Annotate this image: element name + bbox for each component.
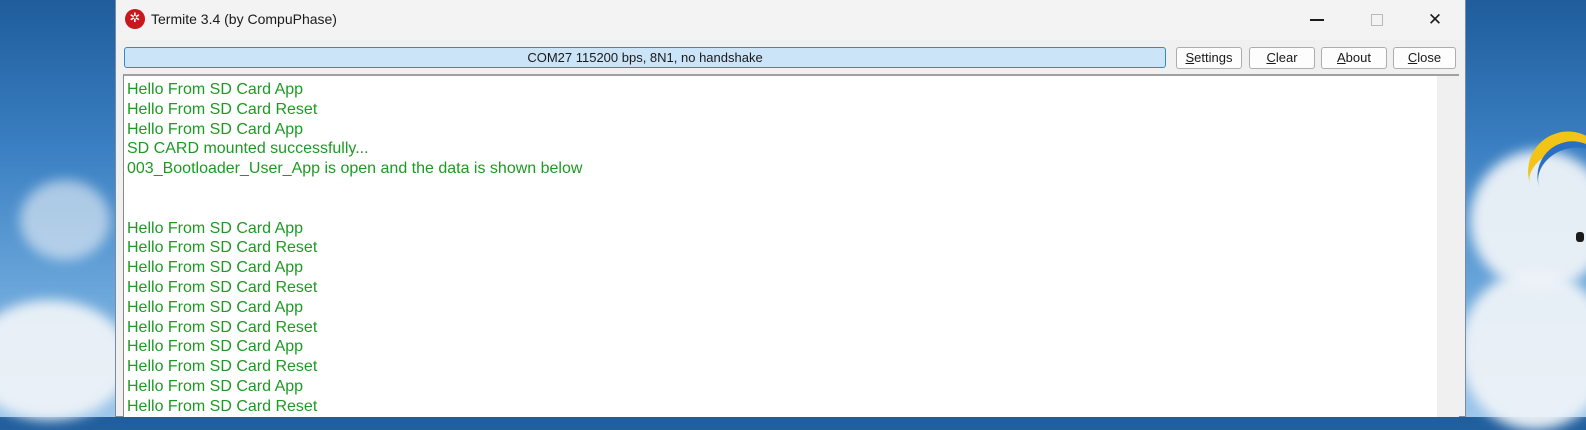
clear-button-label: lear	[1275, 50, 1298, 65]
window-title: Termite 3.4 (by CompuPhase)	[151, 11, 337, 27]
terminal-line: Hello From SD Card Reset	[127, 318, 318, 336]
clear-button-accel: C	[1266, 50, 1276, 65]
terminal-line: Hello From SD Card App	[127, 338, 304, 356]
terminal-line: Hello From SD Card Reset	[127, 278, 318, 296]
vertical-scrollbar[interactable]	[1437, 76, 1459, 417]
terminal-output[interactable]: Hello From SD Card App Hello From SD Card…	[123, 74, 1459, 417]
close-window-button[interactable]: ✕	[1406, 0, 1464, 40]
about-button-label: bout	[1345, 50, 1371, 65]
settings-button-accel: S	[1185, 50, 1195, 65]
port-status-field[interactable]: COM27 115200 bps, 8N1, no handshake	[124, 47, 1166, 68]
termite-app-icon[interactable]: ✲	[125, 9, 145, 29]
about-button-accel: A	[1337, 50, 1346, 65]
terminal-line: Hello From SD Card App	[127, 377, 304, 395]
terminal-line: 003_Bootloader_User_App is open and the …	[127, 160, 583, 178]
terminal-line: Hello From SD Card Reset	[127, 358, 318, 376]
close-icon: ✕	[1427, 9, 1443, 30]
background-cloud	[0, 300, 130, 420]
terminal-line: Hello From SD Card App	[127, 298, 304, 316]
about-button[interactable]: About	[1321, 47, 1387, 69]
paraglider-pilot	[1576, 232, 1584, 242]
terminal-lines: Hello From SD Card App Hello From SD Card…	[127, 80, 1435, 417]
clear-button[interactable]: Clear	[1249, 47, 1315, 69]
minimize-button[interactable]	[1288, 0, 1346, 40]
settings-button[interactable]: Settings	[1176, 47, 1242, 69]
terminal-line: Hello From SD Card Reset	[127, 100, 318, 118]
close-button-accel: C	[1407, 50, 1418, 65]
close-button-label: lose	[1417, 50, 1442, 65]
minimize-icon	[1310, 19, 1324, 21]
settings-button-label: ettings	[1194, 50, 1233, 65]
background-cloud	[20, 180, 110, 260]
maximize-icon	[1371, 14, 1383, 26]
terminal-line: Hello From SD Card App	[127, 259, 304, 277]
background-cloud	[1460, 270, 1586, 430]
terminal-line: Hello From SD Card App	[127, 120, 304, 138]
termite-window: ✲ Termite 3.4 (by CompuPhase) ✕ COM27 11…	[115, 0, 1466, 417]
close-button[interactable]: Close	[1393, 47, 1456, 69]
terminal-line: Hello From SD Card App	[127, 219, 304, 237]
maximize-button[interactable]	[1348, 0, 1406, 40]
terminal-line: Hello From SD Card App	[127, 81, 304, 98]
terminal-line: SD CARD mounted successfully...	[127, 140, 369, 158]
terminal-line: Hello From SD Card Reset	[127, 239, 318, 257]
title-bar[interactable]: ✲ Termite 3.4 (by CompuPhase) ✕	[116, 0, 1465, 40]
terminal-line: Hello From SD Card Reset	[127, 397, 318, 415]
